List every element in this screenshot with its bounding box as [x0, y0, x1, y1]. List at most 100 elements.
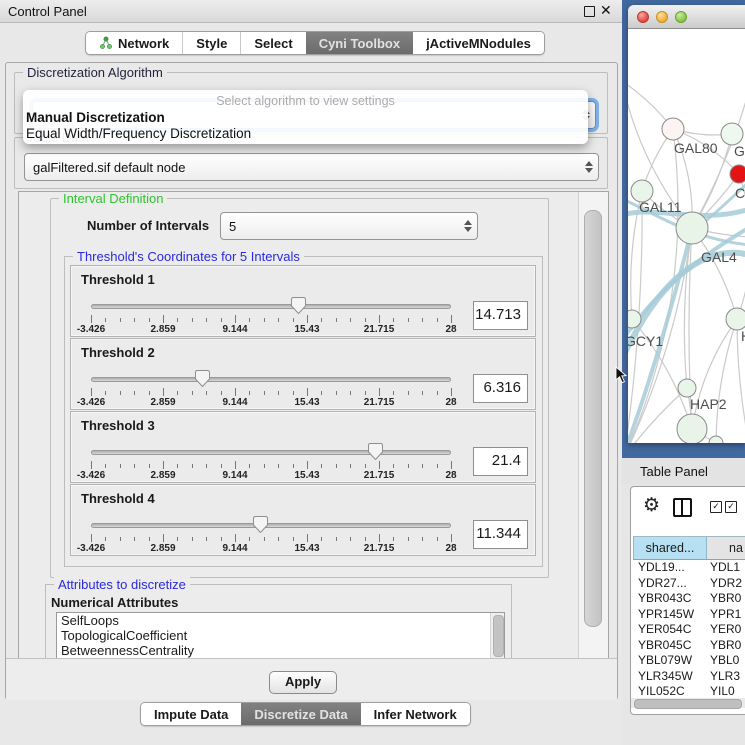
- tab-discretize-data[interactable]: Discretize Data: [241, 703, 360, 725]
- tick-mark: [134, 391, 135, 395]
- tick-mark: [336, 318, 337, 322]
- threshold-value-box[interactable]: 11.344: [473, 520, 528, 549]
- tick-label: 15.43: [294, 543, 319, 554]
- tick-mark: [206, 464, 207, 468]
- column-header-na[interactable]: na: [707, 537, 745, 559]
- table-row[interactable]: YBR045CYBR0: [633, 638, 745, 654]
- network-node-gal80[interactable]: [662, 118, 684, 140]
- threshold-slider[interactable]: -3.4262.8599.14415.4321.71528: [91, 296, 451, 334]
- tab-select[interactable]: Select: [241, 32, 306, 54]
- table-row[interactable]: YBR043CYBR0: [633, 591, 745, 607]
- checkbox-icon[interactable]: ✓: [710, 501, 722, 513]
- tick-mark: [365, 391, 366, 395]
- float-window-icon[interactable]: [584, 6, 595, 17]
- attribute-item-selfloops[interactable]: SelfLoops: [57, 613, 504, 628]
- table-row[interactable]: YPR145WYPR1: [633, 607, 745, 623]
- tick-mark: [307, 315, 308, 323]
- tick-mark: [307, 534, 308, 542]
- number-of-intervals-combobox[interactable]: 5: [220, 212, 478, 240]
- threshold-value-box[interactable]: 6.316: [473, 374, 528, 403]
- slider-track: [91, 450, 451, 455]
- number-of-intervals-label: Number of Intervals: [87, 218, 209, 233]
- threshold-value-box[interactable]: 21.4: [473, 447, 528, 476]
- combo-value: galFiltered.sif default node: [25, 160, 580, 175]
- network-node[interactable]: [709, 436, 723, 443]
- minimize-button[interactable]: [656, 11, 668, 23]
- group-title: Discretization Algorithm: [23, 65, 167, 80]
- zoom-button[interactable]: [675, 11, 687, 23]
- table-row[interactable]: YDR27...YDR2: [633, 576, 745, 592]
- table-row[interactable]: YER054CYER0: [633, 622, 745, 638]
- table-row[interactable]: YBL079WYBL0: [633, 653, 745, 669]
- columns-icon[interactable]: [673, 498, 692, 517]
- table-row[interactable]: YLR345WYLR3: [633, 669, 745, 685]
- tick-mark: [278, 318, 279, 322]
- network-view-window: GAL80GACGAL11GAL4GCY1HHAP2: [628, 5, 745, 443]
- slider-thumb[interactable]: [368, 443, 383, 460]
- network-node-h[interactable]: [726, 308, 745, 330]
- network-node-c[interactable]: [730, 165, 745, 183]
- close-icon[interactable]: ✕: [600, 2, 612, 19]
- dropdown-option-equal-width-frequency-discretization[interactable]: Equal Width/Frequency Discretization: [23, 126, 588, 142]
- scrollbar-thumb[interactable]: [634, 699, 742, 709]
- slider-thumb[interactable]: [291, 297, 306, 314]
- table-data-combobox[interactable]: galFiltered.sif default node: [24, 153, 599, 181]
- network-node[interactable]: [677, 414, 707, 443]
- tick-mark: [451, 388, 452, 396]
- apply-button[interactable]: Apply: [269, 671, 337, 694]
- threshold-slider[interactable]: -3.4262.8599.14415.4321.71528: [91, 515, 451, 553]
- scrollbar-thumb[interactable]: [493, 615, 504, 657]
- tab-network[interactable]: Network: [86, 32, 183, 54]
- tick-label: 15.43: [294, 470, 319, 481]
- table-cell: YBR0: [707, 591, 745, 607]
- tick-mark: [379, 534, 380, 542]
- panel-scrollbar[interactable]: [578, 192, 609, 659]
- attribute-item-topologicalcoefficient[interactable]: TopologicalCoefficient: [57, 628, 504, 643]
- gear-icon[interactable]: ⚙: [643, 494, 660, 517]
- dropdown-option-manual-discretization[interactable]: Manual Discretization: [23, 110, 588, 126]
- threshold-value-box[interactable]: 14.713: [473, 301, 528, 330]
- list-scrollbar[interactable]: [490, 613, 504, 660]
- group-title: Interval Definition: [59, 191, 167, 206]
- table-row[interactable]: YDL19...YDL1: [633, 560, 745, 576]
- tick-mark: [91, 534, 92, 542]
- network-node-gal4[interactable]: [676, 212, 708, 244]
- panel-title: Control Panel: [0, 4, 87, 19]
- network-edge: [692, 319, 737, 429]
- attributes-list[interactable]: SelfLoopsTopologicalCoefficientBetweenne…: [56, 612, 505, 660]
- discretization-algorithm-group: Discretization Algorithm Select algorith…: [14, 72, 608, 134]
- horizontal-scrollbar[interactable]: [631, 698, 745, 708]
- threshold-slider[interactable]: -3.4262.8599.14415.4321.71528: [91, 442, 451, 480]
- network-node-hap2[interactable]: [678, 379, 696, 397]
- tick-mark: [451, 461, 452, 469]
- tick-mark: [264, 391, 265, 395]
- apply-bar: Apply: [6, 658, 617, 700]
- table-panel-title: Table Panel: [622, 464, 708, 479]
- tick-mark: [336, 464, 337, 468]
- tab-style[interactable]: Style: [183, 32, 241, 54]
- attribute-item-betweennesscentrality[interactable]: BetweennessCentrality: [57, 643, 504, 658]
- network-canvas[interactable]: GAL80GACGAL11GAL4GCY1HHAP2: [628, 29, 745, 443]
- control-panel-titlebar: Control Panel ✕: [0, 0, 622, 23]
- tab-jactivemnodules[interactable]: jActiveMNodules: [413, 32, 544, 54]
- slider-thumb[interactable]: [195, 370, 210, 387]
- tab-label: Style: [196, 36, 227, 51]
- checkbox-icon[interactable]: ✓: [725, 501, 737, 513]
- tick-mark: [408, 391, 409, 395]
- column-header-shared-[interactable]: shared...: [633, 537, 707, 559]
- tick-mark: [120, 318, 121, 322]
- scrollbar-thumb[interactable]: [584, 210, 602, 627]
- tick-mark: [393, 318, 394, 322]
- tick-mark: [307, 461, 308, 469]
- close-button[interactable]: [637, 11, 649, 23]
- network-node-ga[interactable]: [721, 123, 743, 145]
- threshold-slider[interactable]: -3.4262.8599.14415.4321.71528: [91, 369, 451, 407]
- slider-thumb[interactable]: [253, 516, 268, 533]
- node-label: H: [741, 328, 745, 344]
- tab-infer-network[interactable]: Infer Network: [361, 703, 470, 725]
- network-node-gcy1[interactable]: [628, 310, 641, 328]
- tick-mark: [134, 464, 135, 468]
- tab-impute-data[interactable]: Impute Data: [141, 703, 242, 725]
- combo-arrows-icon: [580, 161, 598, 173]
- tab-cyni-toolbox[interactable]: Cyni Toolbox: [306, 32, 413, 54]
